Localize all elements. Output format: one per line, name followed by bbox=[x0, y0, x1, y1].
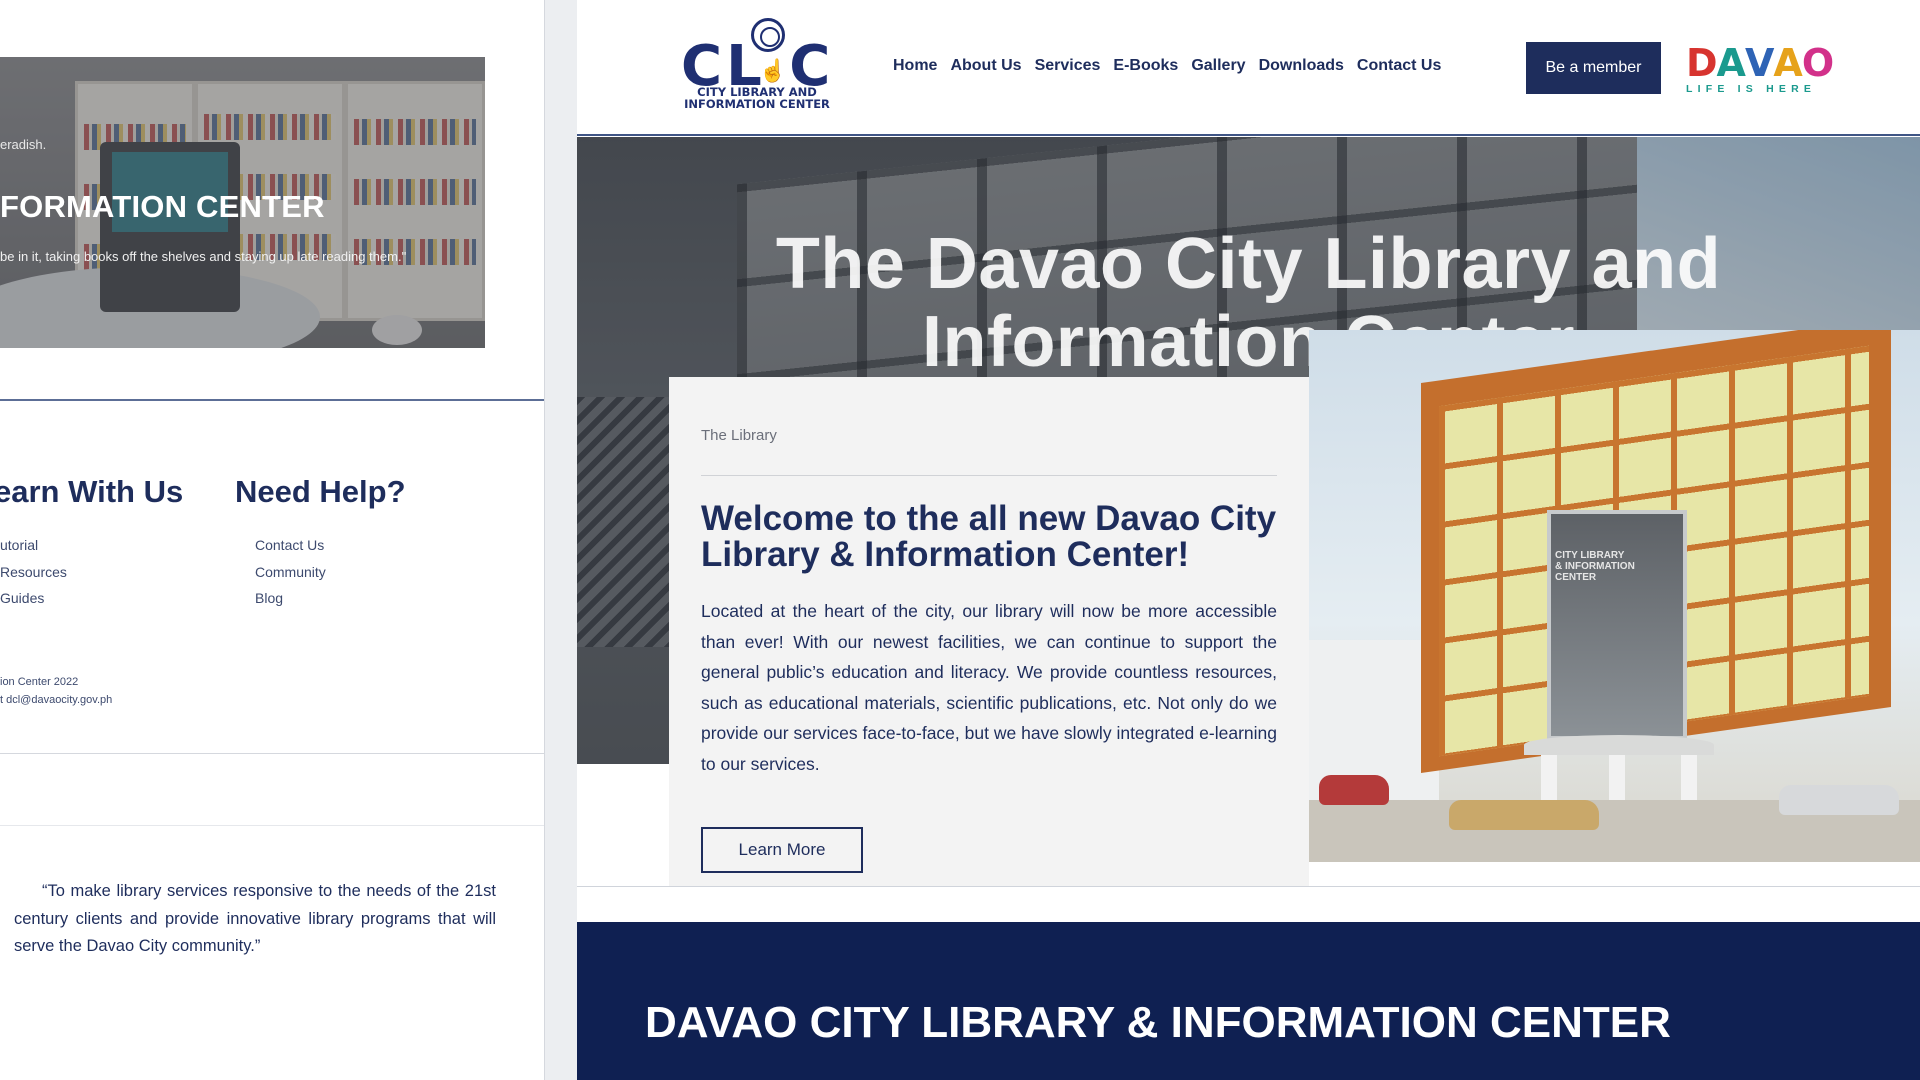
nav-downloads[interactable]: Downloads bbox=[1259, 57, 1344, 75]
learn-more-button[interactable]: Learn More bbox=[701, 827, 863, 873]
footer-link[interactable]: utorial bbox=[0, 532, 67, 559]
welcome-card: The Library Welcome to the all new Davao… bbox=[669, 377, 1309, 887]
welcome-title: Welcome to the all new Davao City Librar… bbox=[701, 499, 1277, 574]
be-a-member-button[interactable]: Be a member bbox=[1526, 42, 1661, 94]
left-hero-small-text: eradish. bbox=[0, 137, 47, 152]
divider bbox=[577, 886, 1920, 887]
car bbox=[1319, 775, 1389, 805]
footer-link-community[interactable]: Community bbox=[255, 559, 326, 586]
footer-heading-learn: earn With Us bbox=[0, 474, 184, 509]
footer-list-help: Contact Us Community Blog bbox=[255, 532, 326, 612]
left-hero-quote: be in it, taking books off the shelves a… bbox=[0, 249, 407, 264]
building-sign: CITY LIBRARY & INFORMATION CENTER bbox=[1555, 550, 1635, 583]
divider bbox=[701, 475, 1277, 476]
bottom-banner: DAVAO CITY LIBRARY & INFORMATION CENTER bbox=[577, 922, 1920, 1080]
clic-logo[interactable]: CL C ☝ CITY LIBRARY AND INFORMATION CENT… bbox=[677, 18, 837, 110]
left-panel-mockups: eradish. FORMATION CENTER be in it, taki… bbox=[0, 0, 545, 1080]
footer-list-learn: utorial Resources Guides bbox=[0, 532, 67, 612]
mission-section: “To make library services responsive to … bbox=[0, 825, 544, 1080]
card-label: The Library bbox=[701, 427, 777, 444]
davao-life-is-here-logo[interactable]: D A V A O LIFE IS HERE bbox=[1686, 41, 1834, 95]
footer-link-contact[interactable]: Contact Us bbox=[255, 532, 326, 559]
left-hero-image: eradish. FORMATION CENTER be in it, taki… bbox=[0, 57, 485, 348]
nav-gallery[interactable]: Gallery bbox=[1191, 57, 1245, 75]
building-glass-entrance bbox=[1547, 510, 1687, 740]
davao-wordmark: D A V A O bbox=[1686, 41, 1834, 85]
footer-heading-help: Need Help? bbox=[235, 474, 406, 509]
nav-e-books[interactable]: E-Books bbox=[1113, 57, 1178, 75]
logo-subtitle: CITY LIBRARY AND INFORMATION CENTER bbox=[684, 85, 830, 111]
left-hero-title: FORMATION CENTER bbox=[0, 189, 325, 224]
davao-tagline: LIFE IS HERE bbox=[1686, 83, 1817, 95]
footer-copyright: ion Center 2022 t dcl@davaocity.gov.ph bbox=[0, 676, 113, 706]
nav-about-us[interactable]: About Us bbox=[950, 57, 1021, 75]
banner-title: DAVAO CITY LIBRARY & INFORMATION CENTER bbox=[645, 998, 1671, 1047]
nav-home[interactable]: Home bbox=[893, 57, 937, 75]
welcome-body: Located at the heart of the city, our li… bbox=[701, 601, 1277, 774]
building-rendering-image: CITY LIBRARY & INFORMATION CENTER bbox=[1309, 330, 1920, 862]
footer-link[interactable]: Guides bbox=[0, 585, 67, 612]
nav-contact-us[interactable]: Contact Us bbox=[1357, 57, 1441, 75]
nav-services[interactable]: Services bbox=[1035, 57, 1101, 75]
mission-quote: “To make library services responsive to … bbox=[14, 882, 496, 955]
car bbox=[1779, 785, 1899, 815]
car bbox=[1449, 800, 1599, 830]
main-page: CL C ☝ CITY LIBRARY AND INFORMATION CENT… bbox=[577, 0, 1920, 1080]
main-nav: Home About Us Services E-Books Gallery D… bbox=[893, 57, 1441, 75]
footer-link[interactable]: Resources bbox=[0, 559, 67, 586]
site-header: CL C ☝ CITY LIBRARY AND INFORMATION CENT… bbox=[577, 0, 1920, 136]
hand-pointer-icon: ☝ bbox=[759, 58, 787, 83]
footer-link-blog[interactable]: Blog bbox=[255, 585, 326, 612]
left-footer: earn With Us utorial Resources Guides Ne… bbox=[0, 399, 544, 754]
